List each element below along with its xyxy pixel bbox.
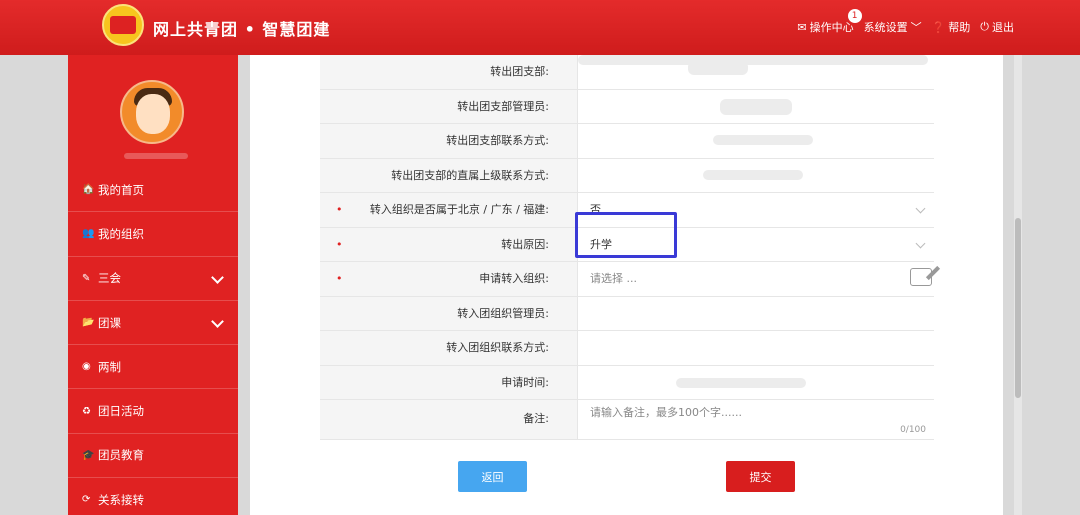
reason-select[interactable]: 升学 bbox=[578, 228, 934, 262]
sidebar-item-two-systems[interactable]: ◉ 两制 bbox=[68, 345, 238, 390]
form-row-apply-time: 申请时间: bbox=[320, 365, 934, 400]
out-superior-contact-value bbox=[578, 159, 934, 193]
circle-icon: ◉ bbox=[82, 361, 91, 373]
remark-textarea[interactable]: 请输入备注，最多100个字...... 0/100 bbox=[578, 400, 934, 439]
notification-badge: 1 bbox=[847, 9, 862, 23]
sidebar-item-league-day[interactable]: ♻ 团日活动 bbox=[68, 389, 238, 434]
field-label: 转出团支部管理员: bbox=[320, 89, 578, 123]
sidebar-item-relation-transfer[interactable]: ⟳ 关系接转 bbox=[68, 478, 238, 515]
out-contact-value bbox=[578, 124, 934, 158]
field-label: 转出团支部联系方式: bbox=[320, 124, 578, 158]
back-button[interactable]: 返回 bbox=[458, 461, 527, 492]
sidebar-item-home[interactable]: 🏠 我的首页 bbox=[68, 168, 238, 213]
graduation-cap-icon: 🎓 bbox=[82, 449, 95, 461]
header-toolbar: ✉ 操作中心 1 系统设置 ﹀ ❓ 帮助 ⏻ 退出 bbox=[797, 9, 1014, 35]
sidebar-item-three-meetings[interactable]: ✎ 三会 bbox=[68, 257, 238, 301]
chevron-down-icon bbox=[915, 203, 926, 214]
sidebar-menu: 🏠 我的首页 👥 我的组织 ✎ 三会 📂 团课 ◉ 两制 ♻ 团日活动 🎓 团员… bbox=[68, 168, 238, 515]
avatar[interactable] bbox=[120, 80, 184, 144]
field-label: 转入团组织联系方式: bbox=[320, 331, 578, 365]
edit-icon: ✎ bbox=[82, 272, 91, 284]
region-select[interactable]: 否 bbox=[578, 193, 934, 227]
required-mark: • bbox=[336, 237, 343, 251]
form-row-out-branch: 转出团支部: bbox=[320, 55, 934, 90]
chevron-down-icon bbox=[915, 238, 926, 248]
sidebar-item-member-education[interactable]: 🎓 团员教育 bbox=[68, 434, 238, 479]
chevron-down-icon: ﹀ bbox=[910, 21, 922, 34]
in-admin-value bbox=[578, 297, 934, 331]
field-label: 转出团支部: bbox=[320, 55, 578, 89]
scrollbar-thumb[interactable] bbox=[1015, 218, 1021, 398]
form-row-out-contact: 转出团支部联系方式: bbox=[320, 124, 934, 159]
field-label: • 转出原因: bbox=[320, 227, 578, 261]
league-logo-icon bbox=[102, 4, 144, 46]
brand-title: 网上共青团 • 智慧团建 bbox=[153, 20, 331, 39]
in-contact-value bbox=[578, 331, 934, 365]
logout-label: 退出 bbox=[992, 21, 1014, 34]
system-settings-menu[interactable]: 系统设置 ﹀ bbox=[864, 19, 922, 35]
folder-icon: 📂 bbox=[82, 317, 95, 329]
sidebar-item-my-org[interactable]: 👥 我的组织 bbox=[68, 212, 238, 257]
form-row-in-contact: 转入团组织联系方式: bbox=[320, 331, 934, 366]
field-label: • 转入组织是否属于北京 / 广东 / 福建: bbox=[320, 193, 578, 227]
chevron-down-icon bbox=[211, 270, 224, 284]
target-org-picker[interactable]: 请选择 ... bbox=[578, 262, 934, 296]
field-label: 申请时间: bbox=[320, 365, 578, 399]
refresh-icon: ⟳ bbox=[82, 494, 91, 506]
power-icon: ⏻ bbox=[980, 20, 989, 33]
form-row-target-org: • 申请转入组织: 请选择 ... bbox=[320, 262, 934, 297]
field-label: 转出团支部的直属上级联系方式: bbox=[320, 158, 578, 192]
main-content: 转出团支部: 转出团支部管理员: 转出团支部联系方式: 转出团支部的直属上级联系… bbox=[250, 55, 1003, 515]
apply-time-value bbox=[578, 366, 934, 400]
mail-icon: ✉ bbox=[797, 20, 807, 34]
form-row-in-admin: 转入团组织管理员: bbox=[320, 296, 934, 331]
help-icon: ❓ bbox=[931, 20, 946, 34]
form-row-reason: • 转出原因: 升学 bbox=[320, 227, 934, 262]
top-header: 网上共青团 • 智慧团建 ✉ 操作中心 1 系统设置 ﹀ ❓ 帮助 ⏻ 退出 bbox=[0, 0, 1080, 55]
form-row-out-admin: 转出团支部管理员: bbox=[320, 89, 934, 124]
username-redacted bbox=[124, 153, 188, 159]
home-icon: 🏠 bbox=[82, 184, 95, 196]
required-mark: • bbox=[336, 203, 343, 216]
transfer-form: 转出团支部: 转出团支部管理员: 转出团支部联系方式: 转出团支部的直属上级联系… bbox=[320, 55, 934, 440]
out-admin-value bbox=[578, 90, 934, 124]
help-label: 帮助 bbox=[948, 21, 971, 34]
users-icon: 👥 bbox=[82, 228, 95, 240]
operation-center-link[interactable]: ✉ 操作中心 1 bbox=[797, 9, 862, 35]
out-branch-value bbox=[578, 55, 934, 89]
sidebar: 🏠 我的首页 👥 我的组织 ✎ 三会 📂 团课 ◉ 两制 ♻ 团日活动 🎓 团员… bbox=[68, 55, 238, 515]
field-label: 备注: bbox=[320, 400, 578, 439]
required-mark: • bbox=[336, 272, 343, 285]
edit-icon[interactable] bbox=[910, 268, 932, 286]
char-counter: 0/100 bbox=[900, 425, 926, 435]
chevron-down-icon bbox=[211, 315, 224, 328]
help-link[interactable]: ❓ 帮助 bbox=[932, 19, 971, 35]
field-label: • 申请转入组织: bbox=[320, 262, 578, 296]
sidebar-item-league-class[interactable]: 📂 团课 bbox=[68, 301, 238, 346]
logout-link[interactable]: ⏻ 退出 bbox=[980, 19, 1014, 35]
recycle-icon: ♻ bbox=[82, 405, 91, 417]
submit-button[interactable]: 提交 bbox=[726, 461, 795, 492]
form-row-remark: 备注: 请输入备注，最多100个字...... 0/100 bbox=[320, 400, 934, 440]
form-row-out-superior-contact: 转出团支部的直属上级联系方式: bbox=[320, 158, 934, 193]
operation-center-label: 操作中心 bbox=[809, 21, 854, 34]
field-label: 转入团组织管理员: bbox=[320, 296, 578, 330]
form-row-region: • 转入组织是否属于北京 / 广东 / 福建: 否 bbox=[320, 193, 934, 228]
system-settings-label: 系统设置 bbox=[863, 21, 908, 34]
